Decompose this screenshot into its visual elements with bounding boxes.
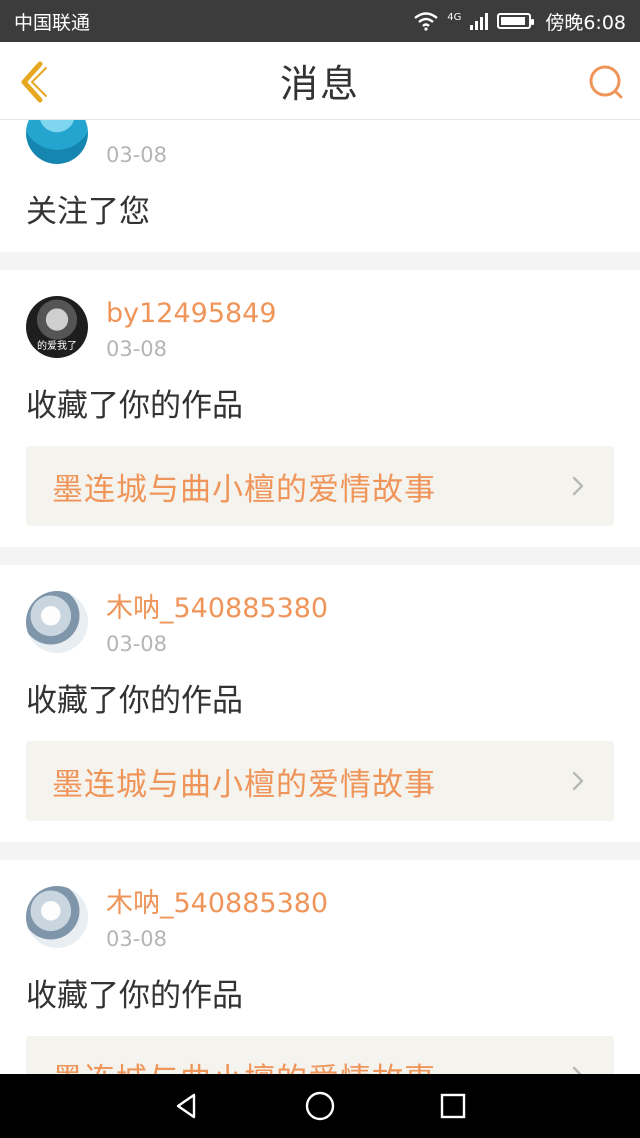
network-type-label: 4G [447, 11, 462, 23]
work-title: 墨连城与曲小檀的爱情故事 [52, 766, 436, 803]
avatar[interactable] [26, 120, 88, 164]
chevron-right-icon [572, 476, 584, 496]
message-date: 03-08 [106, 337, 168, 361]
message-action: 收藏了你的作品 [26, 978, 243, 1014]
signal-icon [470, 13, 489, 30]
avatar[interactable] [26, 886, 88, 948]
clock-label: 傍晚6:08 [545, 11, 626, 34]
battery-icon [497, 13, 535, 29]
message-action: 收藏了你的作品 [26, 388, 243, 424]
status-icons: 4G 傍晚6:08 [413, 8, 626, 35]
nav-home-button[interactable] [300, 1086, 340, 1126]
work-link[interactable]: 墨连城与曲小檀的爱情故事 [26, 446, 614, 526]
message-user-row: 的爱我了 by12495849 03-08 [26, 270, 614, 364]
message-meta: by12495849 03-08 [106, 296, 277, 364]
message-user-row: 木呐_540885380 03-08 [26, 860, 614, 954]
username[interactable]: by12495849 [106, 296, 277, 332]
back-icon[interactable] [14, 58, 54, 106]
message-user-row: 木呐_540885380 03-08 [26, 565, 614, 659]
work-title: 墨连城与曲小檀的爱情故事 [52, 471, 436, 508]
nav-back-button[interactable] [167, 1086, 207, 1126]
username[interactable]: 木呐_540885380 [106, 591, 328, 627]
username[interactable] [106, 120, 167, 138]
carrier-label: 中国联通 [14, 11, 91, 34]
avatar[interactable]: 的爱我了 [26, 296, 88, 358]
avatar[interactable] [26, 591, 88, 653]
system-nav-bar [0, 1074, 640, 1138]
message-date: 03-08 [106, 927, 168, 951]
message-date: 03-08 [106, 632, 168, 656]
username[interactable]: 木呐_540885380 [106, 886, 328, 922]
message-card: 木呐_540885380 03-08 收藏了你的作品 墨连城与曲小檀的爱情故事 [0, 565, 640, 842]
nav-recents-icon [441, 1093, 466, 1119]
message-user-row: 03-08 [26, 120, 614, 170]
message-action: 关注了您 [26, 194, 150, 230]
message-card: 的爱我了 by12495849 03-08 收藏了你的作品 墨连城与曲小檀的爱情… [0, 270, 640, 547]
work-link[interactable]: 墨连城与曲小檀的爱情故事 [26, 1036, 614, 1074]
message-date: 03-08 [106, 143, 168, 167]
message-card: 木呐_540885380 03-08 收藏了你的作品 墨连城与曲小檀的爱情故事 [0, 860, 640, 1074]
chevron-right-icon [572, 1066, 582, 1074]
avatar-caption: 的爱我了 [37, 341, 77, 352]
message-meta: 03-08 [106, 120, 167, 170]
message-action: 收藏了你的作品 [26, 683, 243, 719]
work-link[interactable]: 墨连城与曲小檀的爱情故事 [26, 741, 614, 821]
chevron-right-icon [572, 771, 584, 791]
nav-home-icon [305, 1091, 335, 1121]
wifi-icon [414, 12, 438, 31]
message-list: 03-08 关注了您 的爱我了 by12495849 03-08 收藏了你的作品… [0, 120, 640, 1074]
message-card: 03-08 关注了您 [0, 120, 640, 252]
work-title: 墨连城与曲小檀的爱情故事 [52, 1054, 568, 1075]
message-meta: 木呐_540885380 03-08 [106, 591, 328, 659]
app-header: 消息 [0, 42, 640, 120]
page-title: 消息 [279, 62, 360, 106]
message-meta: 木呐_540885380 03-08 [106, 886, 328, 954]
search-icon[interactable] [586, 62, 626, 102]
nav-recents-button[interactable] [433, 1086, 473, 1126]
status-bar: 中国联通 4G 傍晚6:08 [0, 0, 640, 42]
nav-back-icon [176, 1093, 195, 1119]
